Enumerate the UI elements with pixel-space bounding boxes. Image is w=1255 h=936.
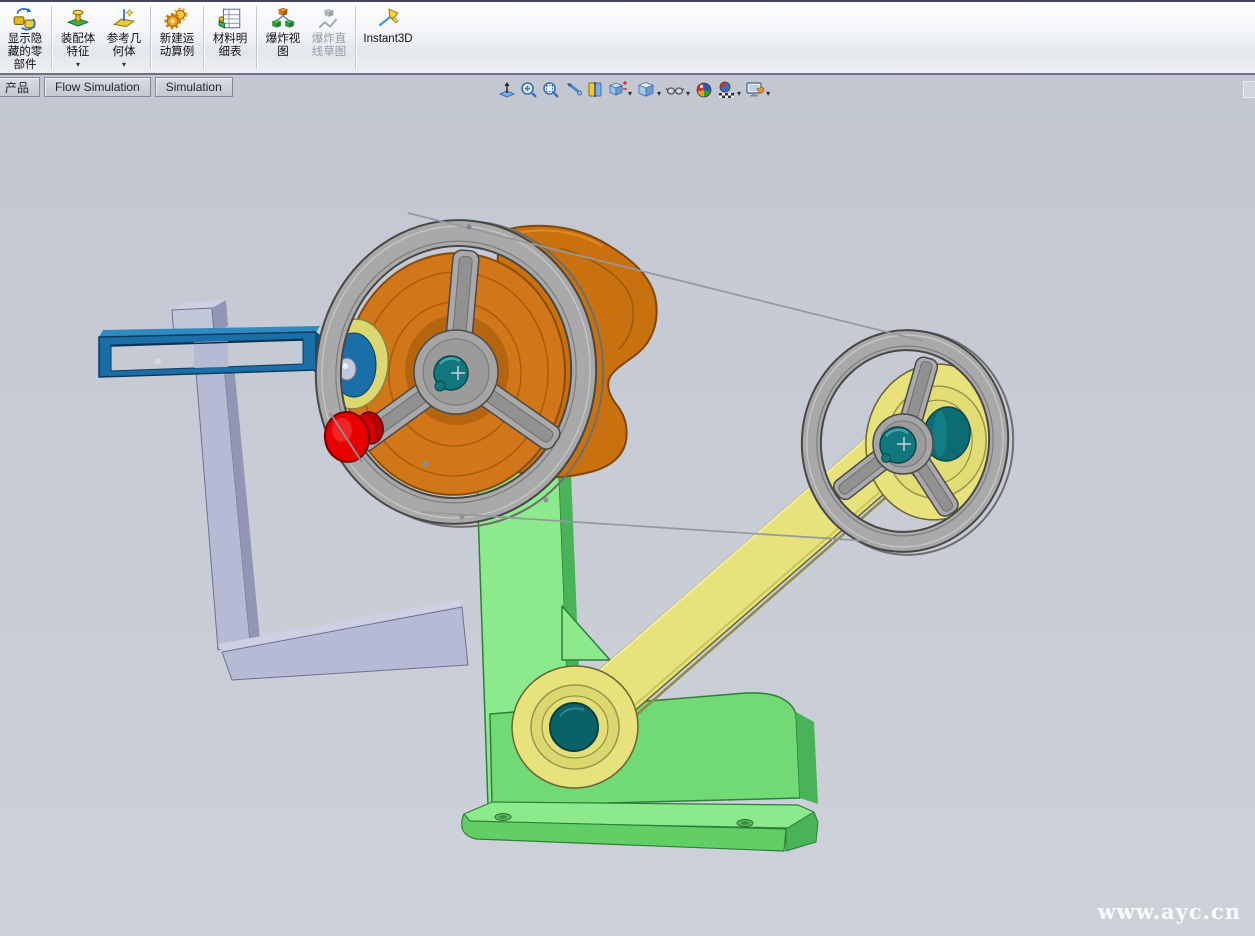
bill-of-materials-button[interactable]: 材料明 细表: [207, 2, 253, 73]
zoom-to-area-icon: [519, 80, 539, 100]
zoom-to-fit-button[interactable]: [541, 80, 561, 100]
tab-label: Flow Simulation: [55, 80, 140, 94]
toolbar-separator: [355, 6, 356, 69]
exploded-view-icon: [270, 6, 296, 32]
section-view-button[interactable]: [585, 80, 605, 100]
display-style-icon: [636, 80, 656, 100]
rotate-view-button[interactable]: [563, 80, 583, 100]
tab-flow-simulation[interactable]: Flow Simulation: [44, 77, 151, 97]
button-label: 材料明 细表: [213, 33, 248, 59]
toolbar-separator: [150, 6, 151, 69]
apply-scene-button[interactable]: ▾: [716, 80, 743, 100]
toolbar-separator: [51, 6, 52, 69]
sketch-point-1: [422, 461, 428, 467]
exploded-view-button[interactable]: 爆炸视 图: [260, 2, 306, 73]
apply-scene-icon: [716, 80, 736, 100]
sketch-point-2: [544, 498, 549, 503]
dropdown-caret[interactable]: ▾: [657, 89, 661, 98]
explode-line-sketch-button: 爆炸直 线草图: [306, 2, 352, 73]
button-label: 参考几 何体: [107, 33, 142, 59]
assembly-features-icon: [65, 6, 91, 32]
tab-label: 产品: [5, 79, 29, 96]
toolbar-separator: [203, 6, 204, 69]
bill-of-materials-icon: [217, 6, 243, 32]
dropdown-caret[interactable]: ▾: [766, 89, 770, 98]
tab-simulation[interactable]: Simulation: [155, 77, 233, 97]
new-motion-study-button[interactable]: 新建运 动算例: [154, 2, 200, 73]
base-hole-right-bore: [741, 821, 749, 825]
belt-point-1: [467, 225, 472, 230]
graphics-area[interactable]: www.ayc.cn: [0, 0, 1255, 936]
view-settings-icon: [745, 80, 765, 100]
view-orientation-icon: [607, 80, 627, 100]
heads-up-view-toolbar: ▾ ▾ ▾: [497, 79, 774, 101]
shaft-key: [435, 381, 445, 391]
dropdown-caret[interactable]: ▾: [122, 61, 126, 69]
edit-appearance-button[interactable]: [694, 80, 714, 100]
base-hole-left-bore: [499, 815, 507, 819]
explode-line-sketch-icon: [316, 6, 342, 32]
dropdown-caret[interactable]: ▾: [737, 89, 741, 98]
button-label: Instant3D: [363, 33, 412, 46]
button-label: 爆炸视 图: [266, 33, 301, 59]
small-shaft-key: [882, 454, 891, 463]
assembly-features-button[interactable]: 装配体 特征 ▾: [55, 2, 101, 73]
normal-to-icon: [497, 80, 517, 100]
link-point: [155, 358, 161, 364]
instant3d-button[interactable]: Instant3D: [359, 2, 417, 73]
button-label: 装配体 特征: [61, 33, 96, 59]
hide-show-items-button[interactable]: ▾: [665, 80, 692, 100]
new-motion-study-icon: [164, 6, 190, 32]
rotate-view-icon: [563, 80, 583, 100]
solidworks-window: www.ayc.cn 显示隐 藏的零 部件 装配体 特征 ▾: [0, 0, 1255, 936]
toolbar-separator: [256, 6, 257, 69]
dropdown-caret[interactable]: ▾: [76, 61, 80, 69]
normal-to-button[interactable]: [497, 80, 517, 100]
display-style-button[interactable]: ▾: [636, 80, 663, 100]
belt-point-2: [460, 515, 465, 520]
command-manager-toolbar: 显示隐 藏的零 部件 装配体 特征 ▾ 参考几 何体 ▾: [0, 0, 1255, 75]
button-label: 新建运 动算例: [160, 33, 195, 59]
view-orientation-button[interactable]: ▾: [607, 80, 634, 100]
command-manager-tabs: 产品 Flow Simulation Simulation: [0, 77, 237, 99]
edit-appearance-icon: [694, 80, 714, 100]
zoom-to-area-button[interactable]: [519, 80, 539, 100]
button-label: 爆炸直 线草图: [312, 33, 347, 59]
rod-through-slot: [194, 341, 228, 368]
tab-products[interactable]: 产品: [0, 77, 40, 97]
pivot-pin[interactable]: [550, 703, 598, 751]
show-hidden-components-icon: [12, 6, 38, 32]
zoom-to-fit-icon: [541, 80, 561, 100]
show-hidden-components-button[interactable]: 显示隐 藏的零 部件: [2, 2, 48, 73]
dropdown-caret[interactable]: ▾: [686, 89, 690, 98]
tab-label: Simulation: [166, 80, 222, 94]
instant3d-icon: [375, 6, 401, 32]
shaft-cylinder-highlight: [933, 411, 947, 457]
section-view-icon: [585, 80, 605, 100]
collapsed-panel-button[interactable]: [1243, 81, 1255, 98]
view-settings-button[interactable]: ▾: [745, 80, 772, 100]
reference-geometry-icon: [111, 6, 137, 32]
watermark: www.ayc.cn: [1097, 899, 1241, 924]
slotted-link[interactable]: [99, 326, 340, 377]
rod-end-point: [342, 363, 348, 369]
button-label: 显示隐 藏的零 部件: [8, 33, 43, 72]
reference-geometry-button[interactable]: 参考几 何体 ▾: [101, 2, 147, 73]
dropdown-caret[interactable]: ▾: [628, 89, 632, 98]
hide-show-items-icon: [665, 80, 685, 100]
